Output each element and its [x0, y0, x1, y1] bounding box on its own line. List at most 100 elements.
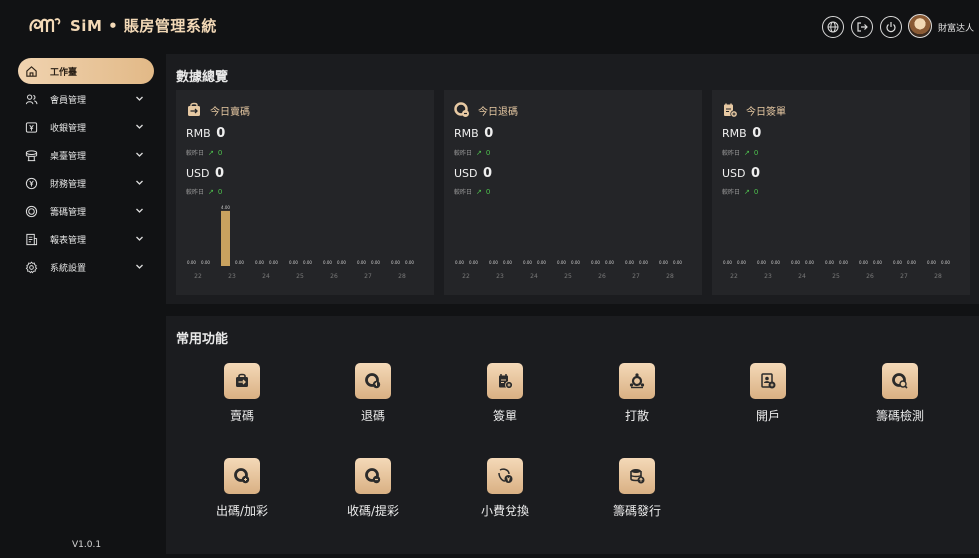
version-label: V1.0.1 [72, 540, 102, 550]
collect-chip-button[interactable] [355, 458, 391, 494]
sidebar-item-workbench[interactable]: 工作臺 [18, 58, 154, 84]
scatter-icon [629, 373, 645, 389]
rmb-total: RMB 0 [186, 126, 226, 141]
settings-icon [24, 260, 38, 274]
power-icon [886, 22, 896, 33]
func-scatter[interactable]: 打散 [597, 363, 677, 439]
x-tick-label: 26 [866, 273, 874, 280]
card-title: 今日賣碼 [210, 106, 250, 118]
func-issue-chip[interactable]: 出碼/加彩 [202, 458, 282, 534]
data-label: 0.00 [503, 260, 512, 265]
sidebar-item-label: 系統設置 [50, 263, 87, 274]
sidebar: 工作臺 會員管理 收銀管理 桌臺管理 財務管理 籌碼管理 報表管理 系統設置 [0, 52, 166, 558]
collect-chip-icon [365, 468, 381, 484]
x-tick-label: 28 [666, 273, 674, 280]
sidebar-item-label: 收銀管理 [50, 123, 87, 134]
sidebar-item-label: 財務管理 [50, 179, 87, 190]
x-tick-label: 22 [730, 273, 738, 280]
chip-icon [24, 204, 38, 218]
data-label: 0.00 [625, 260, 634, 265]
func-collect-chip[interactable]: 收碼/提彩 [333, 458, 413, 534]
chevron-down-icon [136, 236, 143, 241]
func-return[interactable]: 退碼 [333, 363, 413, 439]
func-sell[interactable]: 賣碼 [202, 363, 282, 439]
x-tick-label: 26 [330, 273, 338, 280]
globe-icon [827, 21, 839, 33]
rmb-compare: 較昨日 ↗ 0 [454, 148, 491, 158]
logout-button[interactable] [851, 16, 873, 38]
data-label: 0.00 [639, 260, 648, 265]
data-label: 0.00 [455, 260, 464, 265]
data-label: 0.00 [605, 260, 614, 265]
data-label: 0.00 [873, 260, 882, 265]
card-header: 今日簽單 [722, 102, 786, 118]
func-chip-issue[interactable]: 籌碼發行 [597, 458, 677, 534]
data-label: 0.00 [391, 260, 400, 265]
x-tick-label: 25 [832, 273, 840, 280]
sidebar-item-reports[interactable]: 報表管理 [18, 226, 154, 252]
globe-button[interactable] [822, 16, 844, 38]
data-label: 0.00 [805, 260, 814, 265]
data-label: 0.00 [591, 260, 600, 265]
x-tick-label: 24 [262, 273, 270, 280]
sign-button[interactable] [487, 363, 523, 399]
open-account-button[interactable] [750, 363, 786, 399]
sidebar-item-chips[interactable]: 籌碼管理 [18, 198, 154, 224]
card-header: 今日賣碼 [186, 102, 250, 118]
data-label: 0.00 [907, 260, 916, 265]
func-chip-check[interactable]: 籌碼檢測 [860, 363, 940, 439]
sell-icon [236, 373, 248, 387]
issue-chip-button[interactable] [224, 458, 260, 494]
func-label: 籌碼發行 [612, 504, 661, 518]
issue-chip-icon [234, 468, 250, 484]
sidebar-item-tables[interactable]: 桌臺管理 [18, 142, 154, 168]
data-label: 0.00 [289, 260, 298, 265]
sidebar-item-finance[interactable]: 財務管理 [18, 170, 154, 196]
username[interactable]: 財富达人 [938, 21, 974, 34]
chevron-down-icon [136, 208, 143, 213]
chip-check-button[interactable] [882, 363, 918, 399]
sell-button[interactable] [224, 363, 260, 399]
data-label: 0.00 [941, 260, 950, 265]
data-label: 0.00 [825, 260, 834, 265]
x-tick-label: 23 [228, 273, 236, 280]
sidebar-item-cashier[interactable]: 收銀管理 [18, 114, 154, 140]
return-chip-icon [454, 102, 469, 117]
func-tip-exchange[interactable]: 小費兌換 [465, 458, 545, 534]
sidebar-item-label: 會員管理 [50, 95, 87, 106]
x-tick-label: 28 [934, 273, 942, 280]
power-button[interactable] [880, 16, 902, 38]
sell-trend-chart: 0.00 0.00 22 4.00 0.00 23 0.00 0.00 24 0.00 0.00 25… [187, 205, 414, 280]
chevron-down-icon [136, 152, 143, 157]
func-open-account[interactable]: 開戶 [728, 363, 808, 439]
x-tick-label: 22 [462, 273, 470, 280]
sign-icon [499, 374, 513, 389]
data-label: 0.00 [235, 260, 244, 265]
scatter-button[interactable] [619, 363, 655, 399]
x-tick-label: 27 [632, 273, 640, 280]
data-label: 0.00 [201, 260, 210, 265]
usd-total: USD 0 [186, 166, 225, 181]
chevron-down-icon [136, 124, 143, 129]
sidebar-item-settings[interactable]: 系統設置 [18, 254, 154, 280]
x-tick-label: 28 [398, 273, 406, 280]
chip-issue-button[interactable] [619, 458, 655, 494]
stat-card-return: 今日退碼 RMB 0 較昨日 ↗ 0 USD 0 較昨日 ↗ 0 0.00 0.00 22 0… [444, 90, 702, 295]
report-icon [24, 232, 38, 246]
tip-exchange-button[interactable] [487, 458, 523, 494]
data-label: 0.00 [537, 260, 546, 265]
func-sign[interactable]: 簽單 [465, 363, 545, 439]
logo-mark-icon [29, 18, 61, 32]
data-label: 0.00 [523, 260, 532, 265]
data-label: 0.00 [557, 260, 566, 265]
data-label: 0.00 [269, 260, 278, 265]
data-label: 0.00 [255, 260, 264, 265]
data-label: 4.00 [221, 205, 230, 210]
sidebar-item-members[interactable]: 會員管理 [18, 86, 154, 112]
chevron-down-icon [136, 264, 143, 269]
chart-bar [221, 210, 230, 266]
x-tick-label: 27 [364, 273, 372, 280]
data-label: 0.00 [303, 260, 312, 265]
return-button[interactable] [355, 363, 391, 399]
avatar[interactable] [908, 14, 932, 38]
